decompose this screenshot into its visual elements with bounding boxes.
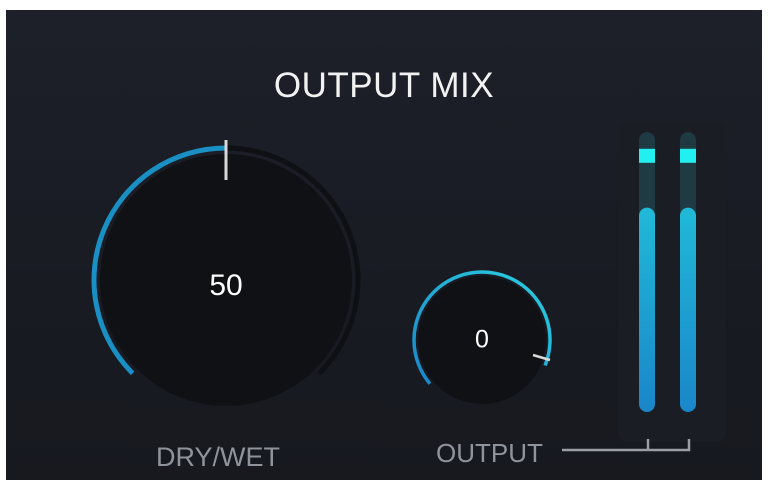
meter-right-peak <box>680 148 696 163</box>
meter-right-fill <box>680 207 696 412</box>
controls-canvas: 50 0 <box>91 132 696 452</box>
output-value: 0 <box>475 326 489 354</box>
level-meters <box>639 132 696 412</box>
meter-left-peak <box>639 148 655 163</box>
output-knob[interactable]: 0 <box>412 270 552 404</box>
meter-left-fill <box>639 207 655 412</box>
meter-link-bracket <box>562 439 691 452</box>
dry-wet-value: 50 <box>209 269 242 302</box>
dry-wet-knob[interactable]: 50 <box>91 140 361 406</box>
output-label: OUTPUT <box>436 438 543 468</box>
output-mix-panel: OUTPUT MIX 50 0 DRY/WET OUTPUT <box>6 10 762 480</box>
dry-wet-label: DRY/WET <box>156 442 281 472</box>
